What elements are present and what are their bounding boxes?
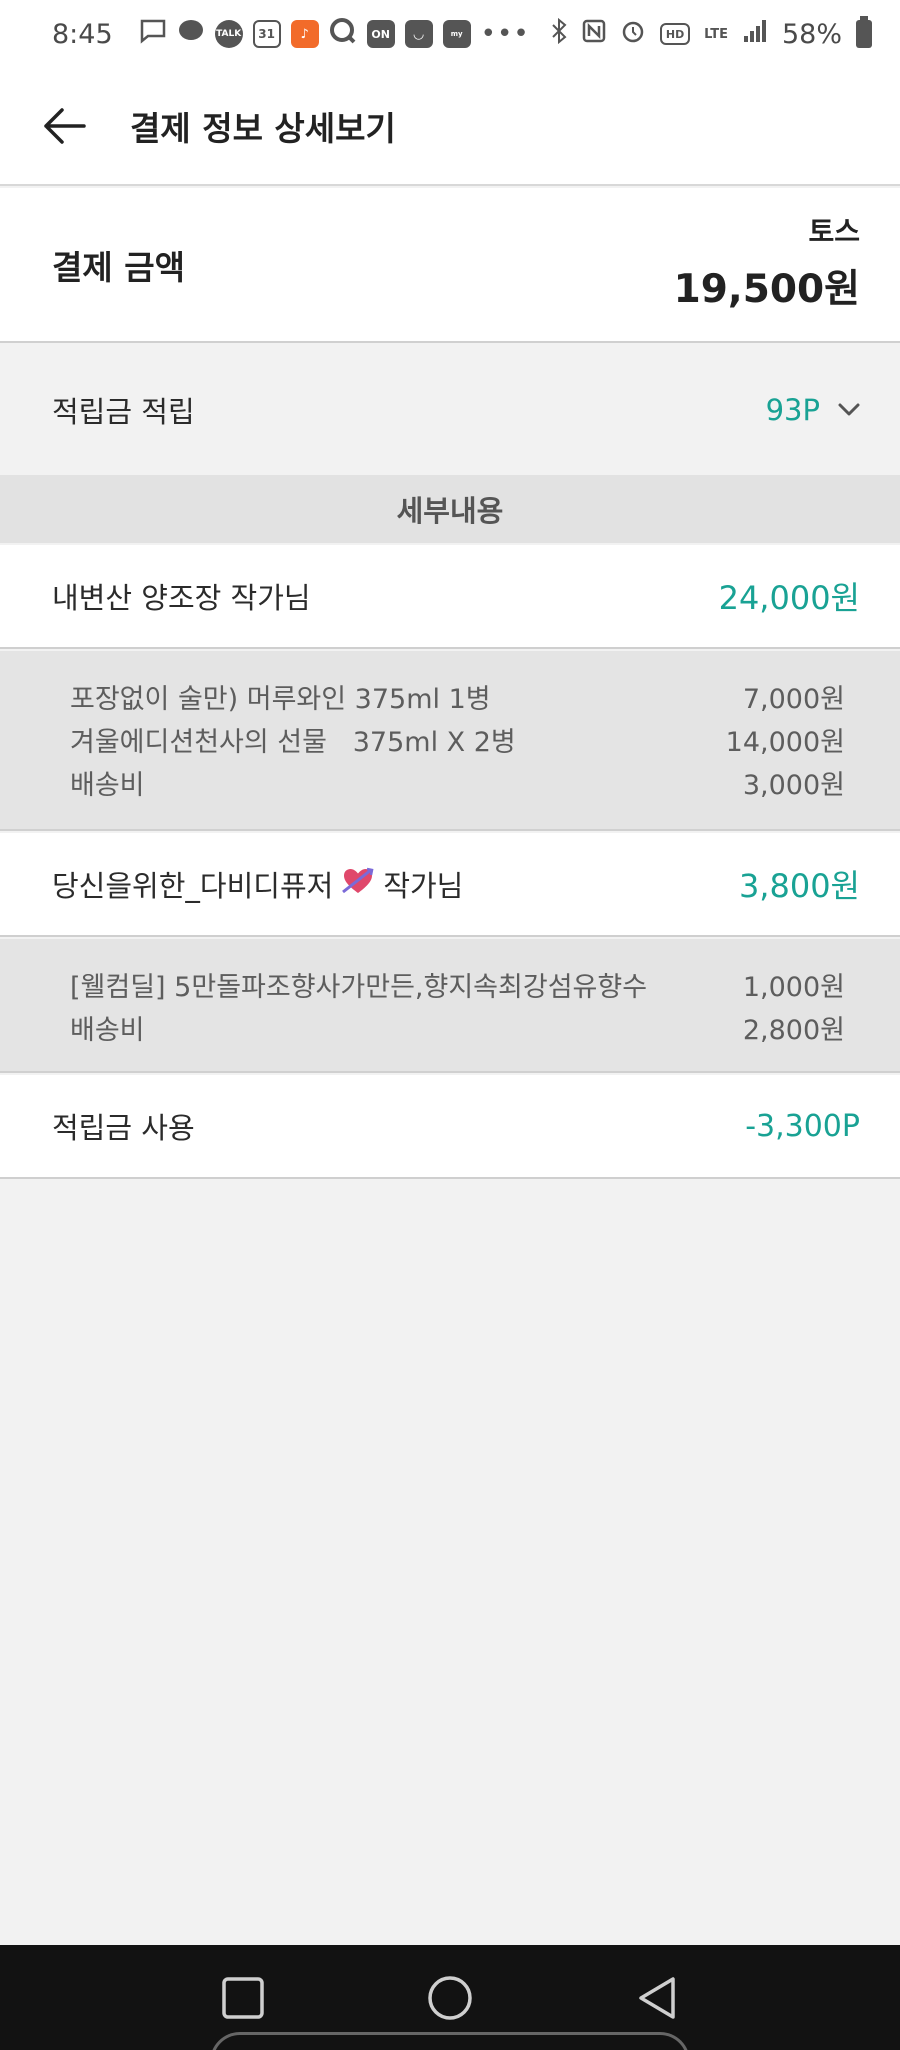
item-name: 배송비: [70, 1015, 145, 1046]
battery-icon: [856, 16, 872, 48]
status-bar: 8:45 TALK 31 ♪ ON ◡ my ••• HD LTE 58%: [0, 0, 900, 68]
payment-amount-label: 결제 금액: [52, 247, 185, 287]
item-name: 포장없이 술만) 머루와인 375ml 1병: [70, 684, 491, 715]
nfc-icon: [582, 19, 606, 50]
homeplus-icon: my: [442, 20, 471, 48]
square-icon: [222, 1976, 265, 2019]
seller-total: 3,800원: [738, 867, 860, 905]
app-bar: 결제 정보 상세보기: [0, 68, 900, 186]
message-icon: [139, 18, 167, 51]
more-icon: •••: [480, 19, 530, 49]
points-earn-toggle[interactable]: 93P: [766, 393, 860, 427]
recents-button[interactable]: [211, 1966, 275, 2030]
seller-row: 내변산 양조장 작가님 24,000원: [0, 545, 900, 649]
talk-icon: TALK: [214, 20, 243, 48]
points-use-row: 적립금 사용 -3,300P: [0, 1075, 900, 1179]
circle-icon: [428, 1975, 472, 2020]
status-time: 8:45: [52, 18, 113, 50]
back-nav-button[interactable]: [625, 1966, 689, 2030]
list-item: 배송비 2,800원: [70, 1006, 845, 1049]
item-price: 14,000원: [725, 727, 845, 758]
chat-bubble-icon: [177, 18, 205, 51]
seller-name-group: 당신을위한_다비디퓨저 작가님: [52, 863, 463, 905]
points-use-value: -3,300P: [745, 1108, 860, 1144]
triangle-back-icon: [638, 1976, 675, 2019]
item-price: 2,800원: [742, 1015, 845, 1046]
list-item: 포장없이 술만) 머루와인 375ml 1병 7,000원: [70, 675, 845, 718]
battery-percent: 58%: [781, 18, 842, 50]
q-icon: [329, 17, 357, 52]
seller-items: 포장없이 술만) 머루와인 375ml 1병 7,000원 겨울에디션천사의 선…: [0, 651, 900, 831]
gesture-handle[interactable]: [210, 2032, 690, 2050]
heart-arrow-icon: [341, 866, 375, 903]
item-price: 7,000원: [742, 684, 845, 715]
seller-suffix: 작가님: [383, 869, 464, 903]
payment-amount: 19,500원: [673, 267, 860, 313]
points-earn-label: 적립금 적립: [52, 395, 195, 429]
list-item: 배송비 3,000원: [70, 761, 845, 804]
home-button[interactable]: [418, 1966, 482, 2030]
detail-section-header: 세부내용: [0, 475, 900, 543]
item-price: 1,000원: [742, 972, 845, 1003]
points-earn-value: 93P: [765, 393, 820, 427]
lte-icon: LTE: [704, 26, 728, 42]
points-use-label: 적립금 사용: [52, 1111, 195, 1145]
page-title: 결제 정보 상세보기: [130, 109, 396, 148]
alarm-icon: [620, 18, 646, 51]
payment-summary: 결제 금액 토스 19,500원: [0, 188, 900, 343]
back-button[interactable]: [28, 90, 100, 162]
chevron-down-icon: [838, 403, 860, 416]
list-item: [웰컴딜] 5만돌파조향사가만든,향지속최강섬유향수 1,000원: [70, 963, 845, 1006]
list-item: 겨울에디션천사의 선물 375ml X 2병 14,000원: [70, 718, 845, 761]
tiktok-icon: ♪: [290, 20, 319, 48]
item-price: 3,000원: [742, 770, 845, 801]
on-icon: ON: [366, 20, 395, 48]
arrow-left-icon: [44, 108, 86, 144]
item-name: 겨울에디션천사의 선물 375ml X 2병: [70, 727, 516, 758]
calendar-icon: 31: [252, 20, 281, 48]
seller-total: 24,000원: [718, 579, 860, 617]
smile-icon: ◡: [404, 20, 433, 48]
seller-row: 당신을위한_다비디퓨저 작가님 3,800원: [0, 833, 900, 937]
signal-icon: [742, 18, 768, 51]
hd-icon: HD: [660, 23, 691, 45]
item-name: 배송비: [70, 770, 145, 801]
points-earn-row[interactable]: 적립금 적립 93P: [0, 345, 900, 475]
bluetooth-icon: [550, 17, 568, 51]
seller-items: [웰컴딜] 5만돌파조향사가만든,향지속최강섬유향수 1,000원 배송비 2,…: [0, 939, 900, 1073]
item-name: [웰컴딜] 5만돌파조향사가만든,향지속최강섬유향수: [70, 972, 648, 1003]
payment-method: 토스: [808, 214, 860, 248]
seller-name: 당신을위한_다비디퓨저: [52, 869, 334, 903]
seller-name: 내변산 양조장 작가님: [52, 581, 311, 615]
